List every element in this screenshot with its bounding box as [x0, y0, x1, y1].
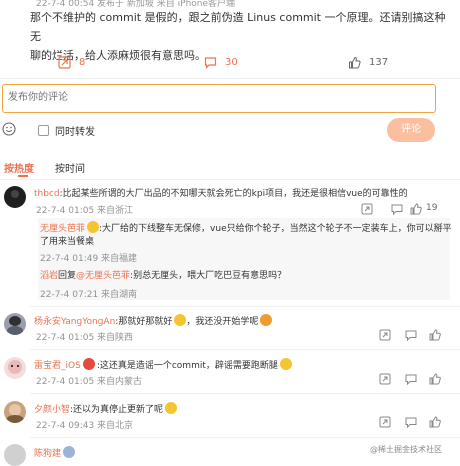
comment-body: thbcd:比起某些所谓的大厂出品的不知哪天就会死亡的kpi项目，我还是很相信v…	[34, 186, 408, 199]
comment-button[interactable]: 30	[204, 54, 238, 70]
sort-by-hot-tab[interactable]: 按热度	[4, 160, 34, 175]
share-icon[interactable]	[360, 202, 374, 216]
badge-icon	[82, 358, 95, 370]
badge-icon	[63, 446, 76, 458]
reply-text: :别总无厘头，喂大厂吃巴豆有意思吗？	[130, 271, 287, 281]
forward-button[interactable]: 8	[58, 54, 85, 70]
comment-body: 杨永安YangYongAn:那就好那就好 ，我还没开始学呢	[34, 314, 273, 327]
comment-meta: 22-7-4 01:05 来自陕西	[36, 333, 134, 343]
reply-list: 无厘头芭菲 :大厂给的下线整车无保修，vue只给你个轮子，当然这个轮子不一定装车上…	[38, 218, 452, 300]
avatar[interactable]	[4, 401, 26, 423]
post-action-bar: 8 30 137	[0, 46, 460, 78]
emoji-icon	[174, 314, 187, 326]
share-icon[interactable]	[378, 372, 392, 386]
forward-count: 8	[79, 56, 86, 68]
thumb-up-icon	[349, 56, 361, 68]
submit-comment-button[interactable]: 评论	[387, 118, 435, 142]
emoji-icon	[260, 314, 273, 326]
emoji-icon	[279, 358, 292, 370]
comment-text: :这还真是造谣一个commit，辟谣需要跑断腿	[96, 361, 278, 371]
reply-author[interactable]: 无厘头芭菲	[40, 224, 85, 234]
comment-icon[interactable]	[404, 415, 418, 429]
comment-author[interactable]: 夕颜小智	[34, 405, 70, 415]
comment-count: 30	[225, 56, 238, 68]
comment-text: :那就好那就好	[115, 317, 173, 327]
comment-body: 夕颜小智:还以为真停止更新了呢	[34, 402, 178, 415]
comment-meta: 22-7-4 09:43 来自北京	[36, 421, 134, 431]
forward-icon	[58, 55, 71, 69]
comment-input[interactable]	[3, 85, 433, 110]
reply-text: :大厂给的下线整车无保修，vue只给你个轮子，当然这个轮子不一定装车上，你可以掰…	[99, 224, 452, 234]
comment-meta: 22-7-4 01:05 来自浙江	[36, 206, 134, 216]
reply-meta: 22-7-4 07:21 来自湖南	[40, 290, 138, 300]
like-count: 137	[369, 56, 389, 68]
comment-text: :比起某些所谓的大厂出品的不知哪天就会死亡的kpi项目，我还是很相信vue的可靠…	[59, 189, 408, 199]
sort-active-indicator	[18, 175, 28, 177]
thumb-up-icon[interactable]	[409, 202, 423, 216]
comment-author[interactable]: 陈狗建	[34, 449, 61, 459]
comment-like-count: 19	[426, 203, 438, 213]
emoji-icon	[87, 221, 100, 233]
reply-word: 回复	[58, 271, 77, 281]
comment-body: 雷宝君_iOS :这还真是造谣一个commit，辟谣需要跑断腿	[34, 358, 292, 371]
reply-text-cont: 了用来当餐桌	[40, 237, 95, 247]
reply-target[interactable]: @无厘头芭菲	[76, 271, 130, 281]
reply-item: 滔岩回复@无厘头芭菲:别总无厘头，喂大厂吃巴豆有意思吗？	[40, 269, 286, 283]
emoji-button[interactable]	[2, 122, 16, 139]
smiley-icon	[2, 122, 16, 136]
reply-meta: 22-7-4 01:49 来自福建	[40, 254, 138, 264]
comment-icon[interactable]	[404, 372, 418, 386]
avatar[interactable]	[4, 444, 26, 466]
emoji-icon	[165, 402, 178, 414]
comment-input-box[interactable]	[2, 84, 436, 113]
comment-author[interactable]: 杨永安YangYongAn	[34, 317, 115, 327]
thumb-up-icon[interactable]	[428, 328, 442, 342]
forward-toggle[interactable]: 同时转发	[38, 123, 95, 138]
comment-text-after: ，我还没开始学呢	[186, 317, 259, 327]
thumb-up-icon[interactable]	[428, 372, 442, 386]
share-icon[interactable]	[378, 415, 392, 429]
comment-body: 陈狗建	[34, 446, 76, 459]
comment-icon[interactable]	[390, 202, 404, 216]
sort-by-time-tab[interactable]: 按时间	[55, 160, 85, 175]
reply-author[interactable]: 滔岩	[40, 271, 58, 281]
share-icon[interactable]	[378, 328, 392, 342]
comment-icon	[204, 56, 217, 69]
thumb-up-icon[interactable]	[428, 415, 442, 429]
reply-item: 无厘头芭菲 :大厂给的下线整车无保修，vue只给你个轮子，当然这个轮子不一定装车上…	[40, 221, 452, 236]
avatar[interactable]	[4, 357, 26, 379]
avatar[interactable]	[4, 313, 26, 335]
comment-author[interactable]: 雷宝君_iOS	[34, 361, 81, 371]
forward-toggle-label: 同时转发	[55, 127, 95, 138]
avatar[interactable]	[4, 186, 26, 208]
comment-author[interactable]: thbcd	[34, 189, 60, 199]
sort-tabs: 按热度 按时间	[0, 158, 460, 180]
comment-text: :还以为真停止更新了呢	[70, 405, 164, 415]
post-text-line1: 那个不维护的 commit 是假的，跟之前伪造 Linus commit 一个原…	[30, 11, 446, 43]
like-button[interactable]: 137	[348, 54, 388, 70]
comment-meta: 22-7-4 01:05 来自内蒙古	[36, 377, 143, 387]
forward-checkbox[interactable]	[38, 125, 49, 136]
comment-icon[interactable]	[404, 328, 418, 342]
watermark: @稀土掘金技术社区	[370, 445, 442, 454]
